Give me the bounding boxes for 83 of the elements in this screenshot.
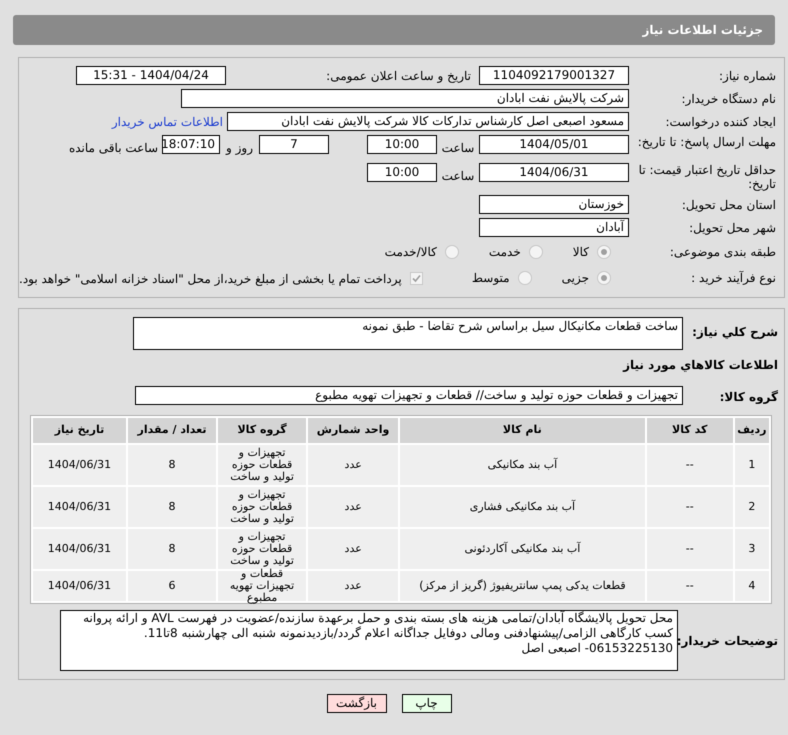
- field-label: شماره نیاز:: [718, 68, 776, 82]
- city-field: آبادان: [479, 218, 629, 237]
- table-cell: عدد: [308, 571, 398, 601]
- table-cell: آب بند مکانیکی: [400, 445, 645, 485]
- column-header: نام کالا: [400, 418, 645, 443]
- table-cell: آب بند مکانیکی فشاری: [400, 487, 645, 527]
- field-label: ساعت باقی مانده: [68, 141, 158, 155]
- page-header: جزئیات اطلاعات نیاز: [13, 15, 775, 45]
- table-cell: عدد: [308, 529, 398, 569]
- field-label: توضیحات خریدار:: [678, 634, 778, 648]
- validity-date-field: 1404/06/31: [479, 163, 629, 182]
- field-label: روز و: [226, 141, 253, 155]
- table-cell: عدد: [308, 487, 398, 527]
- column-header: تاریخ نیاز: [33, 418, 126, 443]
- requester-field: مسعود اصبعی اصل کارشناس تدارکات کالا شرکت پالایش نفت ابادان: [227, 112, 629, 131]
- table-cell: 1404/06/31: [33, 571, 126, 601]
- table-cell: 8: [128, 529, 216, 569]
- buyer-notes-field: محل تحویل پالایشگاه آبادان/تمامی هزینه های بسته بندی و حمل برعهدة سازنده/عضویت در فهرست AVL و ارائه پروانه کسب کارگاهی الزامی/پیشنهادفنی ومالی دوفایل جداگانه اعلام گردد/بازدیدنمونه شنبه الی چهارشنبه 8تا11. 06153225130- اصبعی اصل: [60, 610, 678, 671]
- table-cell: تجهیزات و قطعات حوزه تولید و ساخت: [218, 529, 306, 569]
- validity-time-field: 10:00: [367, 163, 437, 182]
- reply-time-field: 10:00: [367, 135, 437, 154]
- table-cell: 4: [734, 571, 769, 601]
- table-cell: 2: [734, 487, 769, 527]
- field-label: ساعت: [442, 169, 474, 183]
- radio-button[interactable]: [518, 271, 532, 285]
- announce-datetime-field: 1404/04/24 - 15:31: [76, 66, 226, 85]
- table-cell: آب بند مکانیکی آکاردئونی: [400, 529, 645, 569]
- table-cell: --: [646, 445, 733, 485]
- table-cell: عدد: [308, 445, 398, 485]
- field-label: مهلت ارسال پاسخ: تا تاریخ:: [636, 135, 776, 149]
- table-cell: 8: [128, 445, 216, 485]
- radio-button[interactable]: [597, 271, 611, 285]
- field-label: شرح کلي نیاز:: [691, 324, 778, 339]
- table-cell: 8: [128, 487, 216, 527]
- goods-group-field: تجهیزات و قطعات حوزه تولید و ساخت// قطعات و تجهیزات تهویه مطبوع: [135, 386, 683, 405]
- table-cell: 1: [734, 445, 769, 485]
- table-cell: --: [646, 571, 733, 601]
- radio-button[interactable]: [528, 245, 543, 259]
- table-cell: 1404/06/31: [33, 529, 126, 569]
- column-header: تعداد / مقدار: [128, 418, 216, 443]
- days-field: 7: [259, 135, 329, 154]
- column-header: ردیف: [734, 418, 769, 443]
- column-header: گروه کالا: [218, 418, 306, 443]
- remaining-time-field: 18:07:10: [162, 135, 220, 154]
- radio-label: متوسط: [472, 270, 510, 287]
- section-title: اطلاعات کالاهاي مورد نیاز: [622, 357, 778, 374]
- radio-label: خدمت: [488, 244, 521, 261]
- field-label: ایجاد کننده درخواست:: [664, 114, 776, 128]
- table-cell: 6: [128, 571, 216, 601]
- field-label: تاریخ و ساعت اعلان عمومی:: [325, 68, 471, 82]
- field-label: طبقه بندی موضوعی:: [668, 245, 776, 259]
- field-label: شهر محل تحویل:: [688, 220, 776, 234]
- field-label: ساعت: [442, 141, 474, 155]
- table-cell: 3: [734, 529, 769, 569]
- buyer-contact-link[interactable]: اطلاعات تماس خریدار: [112, 112, 223, 130]
- field-label: نوع فرآیند خرید :: [690, 271, 776, 285]
- payment-note: پرداخت تمام یا بخشی از مبلغ خرید،از محل "اسناد خزانه اسلامی" خواهد بود.: [19, 272, 402, 286]
- radio-button[interactable]: [444, 245, 459, 259]
- radio-label: جزیی: [562, 270, 589, 287]
- table-cell: تجهیزات و قطعات حوزه تولید و ساخت: [218, 487, 306, 527]
- buyer-org-field: شرکت پالایش نفت ابادان: [181, 89, 629, 108]
- back-button[interactable]: بازگشت: [326, 694, 386, 713]
- checkbox[interactable]: [410, 272, 423, 284]
- table-cell: 1404/06/31: [33, 487, 126, 527]
- field-label: گروه کالا:: [718, 388, 778, 404]
- table-cell: قطعات یدکی پمپ سانتریفیوژ (گریز از مرکز): [400, 571, 645, 601]
- column-header: کد کالا: [646, 418, 733, 443]
- province-field: خوزستان: [479, 195, 629, 214]
- table-cell: تجهیزات و قطعات حوزه تولید و ساخت: [218, 445, 306, 485]
- field-label: استان محل تحویل:: [680, 198, 776, 212]
- radio-label: کالا: [572, 244, 589, 261]
- table-cell: --: [646, 487, 733, 527]
- radio-label: کالا/خدمت: [384, 244, 437, 261]
- field-label: نام دستگاه خریدار:: [680, 92, 776, 106]
- reply-date-field: 1404/05/01: [479, 135, 629, 154]
- description-field: ساخت قطعات مکانیکال سیل براساس شرح تقاضا - طبق نمونه: [133, 317, 683, 350]
- print-button[interactable]: چاپ: [402, 694, 452, 713]
- table-cell: 1404/06/31: [33, 445, 126, 485]
- need-number-field: 1104092179001327: [479, 66, 629, 85]
- column-header: واحد شمارش: [308, 418, 398, 443]
- radio-button[interactable]: [597, 245, 611, 259]
- table-cell: --: [646, 529, 733, 569]
- field-label: حداقل تاریخ اعتبار قیمت: تا تاریخ:: [638, 163, 776, 191]
